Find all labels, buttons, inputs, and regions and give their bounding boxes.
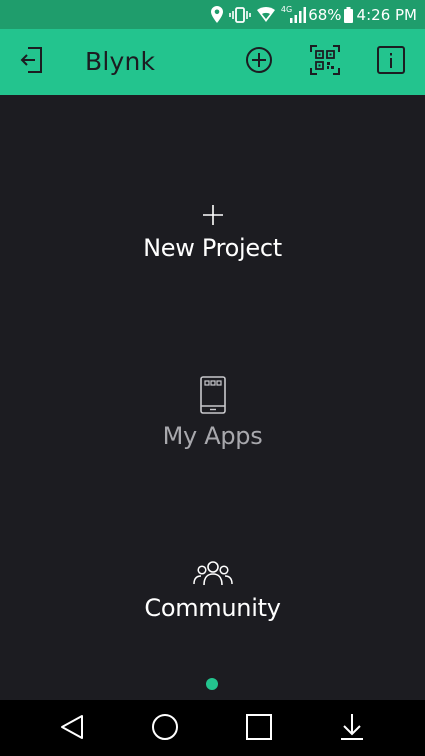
network-type-label: 4G bbox=[280, 4, 293, 14]
notifications-pulldown-icon bbox=[339, 713, 365, 745]
location-icon bbox=[210, 6, 223, 23]
vibrate-icon bbox=[229, 6, 251, 23]
my-apps-label: My Apps bbox=[162, 422, 263, 450]
qr-scan-button[interactable] bbox=[306, 43, 344, 81]
notifications-pulldown-button[interactable] bbox=[335, 712, 369, 746]
plus-icon bbox=[202, 204, 224, 230]
status-bar: 4G 68% 4:26 PM bbox=[0, 0, 425, 29]
info-button[interactable] bbox=[372, 43, 410, 81]
home-button[interactable] bbox=[148, 712, 182, 746]
system-nav-bar bbox=[0, 700, 425, 756]
wifi-icon bbox=[256, 7, 275, 22]
new-project-label: New Project bbox=[143, 234, 282, 262]
people-icon bbox=[192, 560, 233, 590]
phone-icon bbox=[199, 376, 226, 418]
screen: 4G 68% 4:26 PM Blynk New Project My Apps… bbox=[0, 0, 425, 756]
recents-icon bbox=[246, 714, 272, 744]
app-title: Blynk bbox=[85, 47, 156, 76]
page-indicator-dot bbox=[206, 678, 218, 690]
recents-button[interactable] bbox=[242, 712, 276, 746]
status-clock: 4:26 PM bbox=[356, 5, 417, 24]
community-label: Community bbox=[144, 594, 281, 622]
add-project-button[interactable] bbox=[240, 43, 278, 81]
battery-icon bbox=[343, 6, 353, 23]
new-project-button[interactable]: New Project bbox=[0, 204, 425, 262]
signal-icon: 4G bbox=[280, 4, 307, 23]
info-icon bbox=[377, 46, 405, 78]
community-button[interactable]: Community bbox=[0, 560, 425, 622]
back-button[interactable] bbox=[55, 712, 89, 746]
home-icon bbox=[151, 713, 179, 745]
my-apps-button[interactable]: My Apps bbox=[0, 376, 425, 450]
app-bar: Blynk bbox=[0, 29, 425, 95]
logout-icon bbox=[19, 46, 45, 78]
logout-button[interactable] bbox=[13, 43, 51, 81]
battery-percent: 68% bbox=[308, 5, 342, 24]
qr-code-icon bbox=[310, 45, 340, 79]
back-icon bbox=[60, 714, 84, 744]
add-circle-icon bbox=[245, 46, 273, 78]
